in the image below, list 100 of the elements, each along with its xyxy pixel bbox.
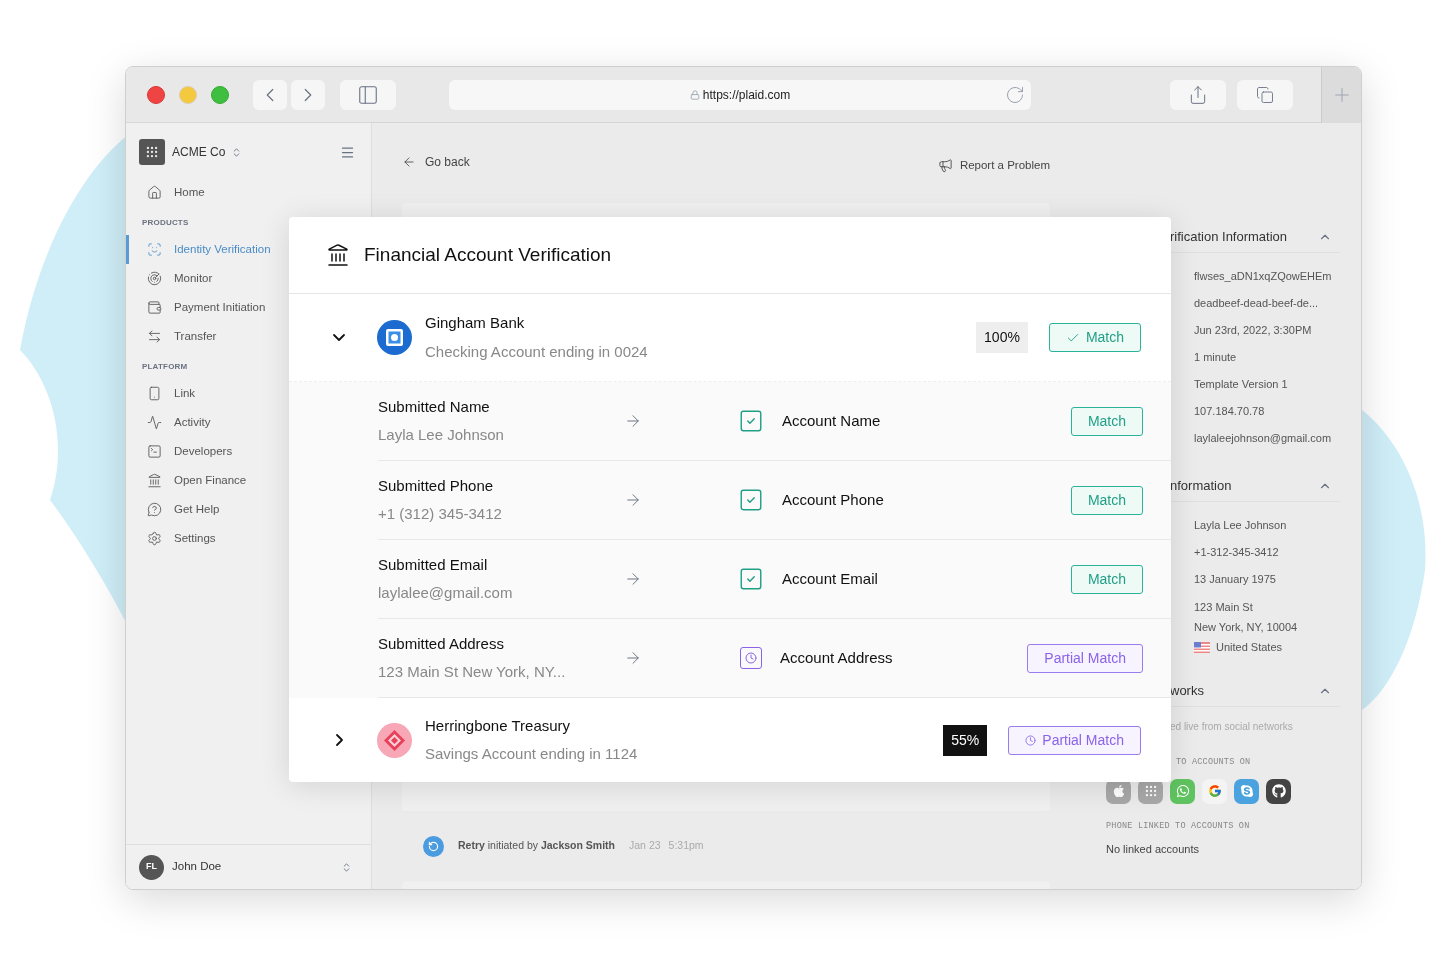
address-bar[interactable]: https://plaid.com — [449, 79, 1031, 110]
sidebar-item[interactable]: Transfer — [126, 322, 371, 351]
user-avatar: FL — [139, 854, 164, 880]
detail-value: flwses_aDN1xqZQowEHEm — [1194, 269, 1332, 285]
submitted-value: 123 Main St New York, NY... — [378, 661, 567, 682]
sidebar-item[interactable]: Open Finance — [126, 466, 371, 495]
submitted-label: Submitted Email — [378, 555, 489, 575]
face-scan-icon — [147, 242, 162, 257]
section-title: works — [1170, 681, 1204, 700]
flag-icon — [1194, 641, 1210, 653]
radar-icon — [147, 271, 162, 286]
sidebar-toggle-button[interactable] — [340, 79, 396, 110]
phone-icon — [147, 386, 162, 401]
clock-icon — [1025, 734, 1037, 746]
org-switcher[interactable]: ACME Co — [172, 143, 243, 161]
bank-icon — [326, 243, 350, 267]
brand-glyph-icon — [1143, 784, 1158, 799]
detail-value: deadbeef-dead-beef-de... — [1194, 296, 1319, 312]
forward-button[interactable] — [291, 79, 325, 110]
share-icon — [1188, 84, 1208, 105]
sidebar-item[interactable]: Developers — [126, 437, 371, 466]
sidebar-item[interactable]: Activity — [126, 408, 371, 437]
chevron-up-down-icon[interactable] — [341, 861, 352, 873]
section-title: rification Information — [1170, 227, 1288, 246]
retry-date: Jan 23 — [629, 838, 661, 854]
detail-value: Template Version 1 — [1194, 377, 1288, 393]
menu-icon[interactable] — [340, 144, 355, 160]
account-field-label: Account Email — [782, 568, 878, 589]
group-heading: PHONE LINKED TO ACCOUNTS ON — [1106, 819, 1250, 833]
clock-glyph-icon — [745, 652, 757, 664]
chevron-down-icon — [333, 334, 345, 341]
detail-value: Layla Lee Johnson — [1194, 518, 1287, 534]
submitted-label: Submitted Name — [378, 397, 491, 417]
arrow-right-icon — [624, 412, 642, 430]
group-heading: TO ACCOUNTS ON — [1176, 756, 1251, 769]
sidebar-item[interactable]: Settings — [126, 524, 371, 553]
bank-name: Herringbone Treasury — [425, 715, 572, 736]
brand-glyph-icon — [1239, 784, 1254, 799]
country-name: United States — [1216, 640, 1283, 655]
sidebar-item[interactable]: Payment Initiation — [126, 293, 371, 322]
bank-icon — [147, 473, 162, 488]
arrow-right-icon — [624, 570, 642, 588]
share-button[interactable] — [1170, 79, 1226, 110]
user-name: John Doe — [172, 859, 222, 875]
arrow-right-icon — [624, 491, 642, 509]
minimize-button[interactable] — [179, 85, 197, 104]
sidebar-item[interactable]: Monitor — [126, 264, 371, 293]
account-detail: Savings Account ending in 1124 — [425, 744, 638, 764]
submitted-label: Submitted Phone — [378, 476, 495, 496]
go-back-link[interactable]: Go back — [402, 153, 470, 171]
account-field-label: Account Address — [780, 647, 893, 668]
home-icon — [147, 185, 162, 200]
detail-value: Jun 23rd, 2022, 3:30PM — [1194, 323, 1312, 339]
brand-glyph-icon — [1175, 784, 1190, 799]
section-heading: PRODUCTS — [141, 217, 190, 229]
report-problem-button[interactable]: Report a Problem — [937, 157, 1050, 175]
lock-icon — [689, 89, 700, 100]
submitted-value: +1 (312) 345-3412 — [378, 503, 503, 524]
submitted-value: Layla Lee Johnson — [378, 424, 505, 445]
tabs-icon — [1256, 85, 1274, 104]
match-score: 100% — [976, 322, 1028, 353]
retry-time: 5:31pm — [668, 838, 704, 854]
help-icon — [147, 502, 162, 517]
arrows-icon — [147, 329, 162, 344]
megaphone-icon — [937, 158, 953, 174]
submitted-value: laylalee@gmail.com — [378, 582, 514, 603]
reload-icon[interactable] — [1005, 84, 1025, 105]
back-button[interactable] — [253, 79, 287, 110]
submitted-label: Submitted Address — [378, 634, 505, 654]
url-text: https://plaid.com — [702, 86, 791, 104]
collapse-button[interactable] — [331, 334, 347, 341]
sidebar-icon — [357, 83, 379, 106]
undo-glyph-icon — [428, 840, 439, 852]
empty-text: No linked accounts — [1106, 841, 1200, 857]
grid-icon — [145, 145, 159, 159]
sidebar-item[interactable]: Link — [126, 379, 371, 408]
tabs-button[interactable] — [1237, 79, 1293, 110]
partial-match-button[interactable]: Partial Match — [1008, 725, 1141, 755]
retry-text: Retry initiated by Jackson Smith — [458, 838, 616, 854]
detail-value: +1-312-345-3412 — [1194, 545, 1279, 561]
zoom-button[interactable] — [211, 85, 229, 104]
address-line: New York, NY, 10004 — [1194, 620, 1299, 635]
close-button[interactable] — [147, 85, 165, 104]
detail-value: laylaleejohnson@gmail.com — [1194, 431, 1332, 447]
brand-glyph-icon — [1271, 784, 1286, 799]
address-line: 123 Main St — [1194, 600, 1254, 615]
partial-match-button[interactable]: Partial Match — [1027, 643, 1143, 673]
account-field-label: Account Phone — [782, 489, 884, 510]
sidebar-item[interactable]: Home — [126, 178, 371, 207]
bank-name: Gingham Bank — [425, 313, 526, 333]
terminal-icon — [147, 444, 162, 459]
detail-value: 1 minute — [1194, 350, 1237, 366]
brand-glyph-icon — [1207, 784, 1222, 799]
account-detail: Checking Account ending in 0024 — [425, 341, 648, 362]
detail-value: 13 January 1975 — [1194, 572, 1276, 588]
brand-glyph-icon — [1111, 784, 1126, 799]
sidebar-item[interactable]: Get Help — [126, 495, 371, 524]
section-title: nformation — [1170, 476, 1232, 495]
wallet-icon — [147, 300, 162, 315]
arrow-right-icon — [624, 649, 642, 667]
